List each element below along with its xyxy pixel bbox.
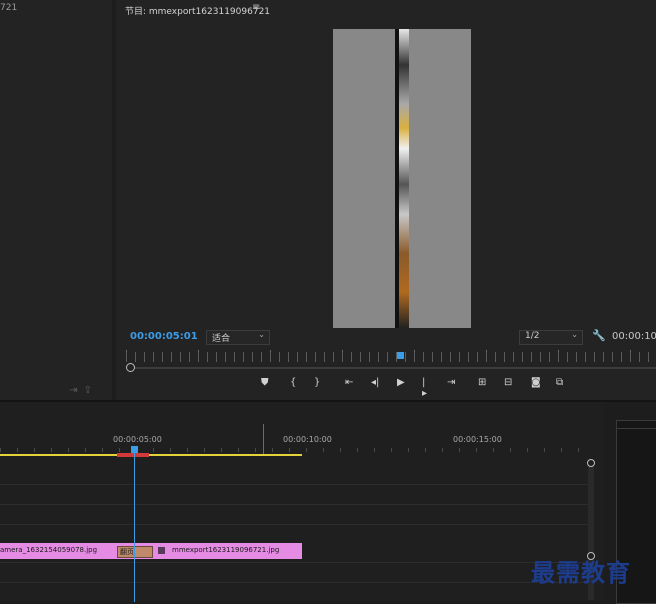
go-to-out-icon[interactable]: ⇥ bbox=[447, 377, 455, 388]
transition-label: 翻页 bbox=[120, 548, 134, 556]
work-area-bar[interactable] bbox=[0, 454, 302, 456]
timeline-playhead[interactable] bbox=[131, 446, 138, 453]
video-viewer[interactable] bbox=[333, 29, 471, 328]
timeline-panel: 00:00:05:00 00:00:10:00 00:00:15:00 amer… bbox=[0, 402, 604, 602]
step-back-icon[interactable]: ◂| bbox=[371, 377, 379, 388]
insert-icon[interactable]: ⇥ bbox=[69, 385, 83, 396]
video-clip-track[interactable]: amera_1632154059078.jpg 翻页 mmexport16231… bbox=[0, 543, 302, 559]
hamburger-menu-icon[interactable]: ≡ bbox=[252, 2, 260, 13]
timeline-time-label: 00:00:15:00 bbox=[453, 435, 502, 444]
mark-out-icon[interactable]: } bbox=[314, 377, 320, 388]
track-divider bbox=[0, 504, 590, 505]
resolution-label: 1/2 bbox=[525, 331, 540, 341]
program-monitor-title[interactable]: 节目: mmexport1623119096721 bbox=[125, 4, 270, 17]
clip-label[interactable]: amera_1632154059078.jpg bbox=[0, 546, 97, 554]
scroll-handle[interactable] bbox=[587, 459, 595, 467]
playhead-timecode[interactable]: 00:00:05:01 bbox=[130, 331, 198, 342]
timeline-time-label: 00:00:05:00 bbox=[113, 435, 162, 444]
duration-timecode: 00:00:10: bbox=[612, 331, 656, 342]
chevron-down-icon: ⌄ bbox=[258, 330, 265, 339]
step-forward-icon[interactable]: |▸ bbox=[422, 377, 427, 399]
timeline-playhead-line[interactable] bbox=[134, 453, 135, 602]
play-icon[interactable]: ▶ bbox=[397, 377, 405, 388]
source-panel-title: 721 bbox=[0, 3, 18, 13]
monitor-zoom-scrollbar[interactable] bbox=[126, 367, 656, 369]
chevron-down-icon: ⌄ bbox=[571, 330, 578, 339]
export-frame-icon[interactable]: ◙ bbox=[531, 377, 541, 388]
export-icon[interactable]: ⇪ bbox=[84, 385, 98, 396]
monitor-playhead[interactable] bbox=[397, 352, 404, 359]
watermark-logo: 最需教育 bbox=[531, 558, 631, 587]
render-bar bbox=[117, 453, 149, 457]
transition-clip[interactable]: 翻页 bbox=[117, 546, 153, 558]
track-divider bbox=[0, 562, 590, 563]
clip-label[interactable]: mmexport1623119096721.jpg bbox=[172, 546, 279, 554]
timeline-time-ruler[interactable] bbox=[0, 448, 590, 452]
program-monitor: 节目: mmexport1623119096721 ≡ 00:00:05:01 … bbox=[116, 0, 656, 400]
extract-icon[interactable]: ⊟ bbox=[504, 377, 512, 388]
timeline-time-label: 00:00:10:00 bbox=[283, 435, 332, 444]
comparison-view-icon[interactable]: ⧉ bbox=[556, 377, 563, 388]
monitor-scroll-handle[interactable] bbox=[126, 363, 135, 372]
monitor-ruler[interactable] bbox=[126, 352, 656, 362]
playback-resolution-dropdown[interactable]: 1/2 ⌄ bbox=[519, 330, 583, 345]
wrench-icon[interactable]: 🔧 bbox=[592, 329, 606, 342]
fx-badge-icon bbox=[158, 547, 165, 554]
lift-icon[interactable]: ⊞ bbox=[478, 377, 486, 388]
audio-meter-divider bbox=[616, 428, 656, 429]
track-divider bbox=[0, 484, 590, 485]
fit-zoom-dropdown[interactable]: 适合 ⌄ bbox=[206, 330, 270, 345]
track-divider bbox=[0, 524, 590, 525]
track-divider bbox=[0, 582, 590, 583]
go-to-in-icon[interactable]: ⇤ bbox=[345, 377, 353, 388]
page-turn-edge bbox=[395, 29, 399, 328]
mark-in-icon[interactable]: { bbox=[290, 377, 296, 388]
source-panel: 721 ⇥⇪ bbox=[0, 0, 112, 400]
add-marker-icon[interactable]: ⛊ bbox=[261, 377, 269, 388]
fit-zoom-label: 适合 bbox=[212, 334, 231, 344]
source-panel-footer: ⇥⇪ bbox=[69, 385, 98, 396]
